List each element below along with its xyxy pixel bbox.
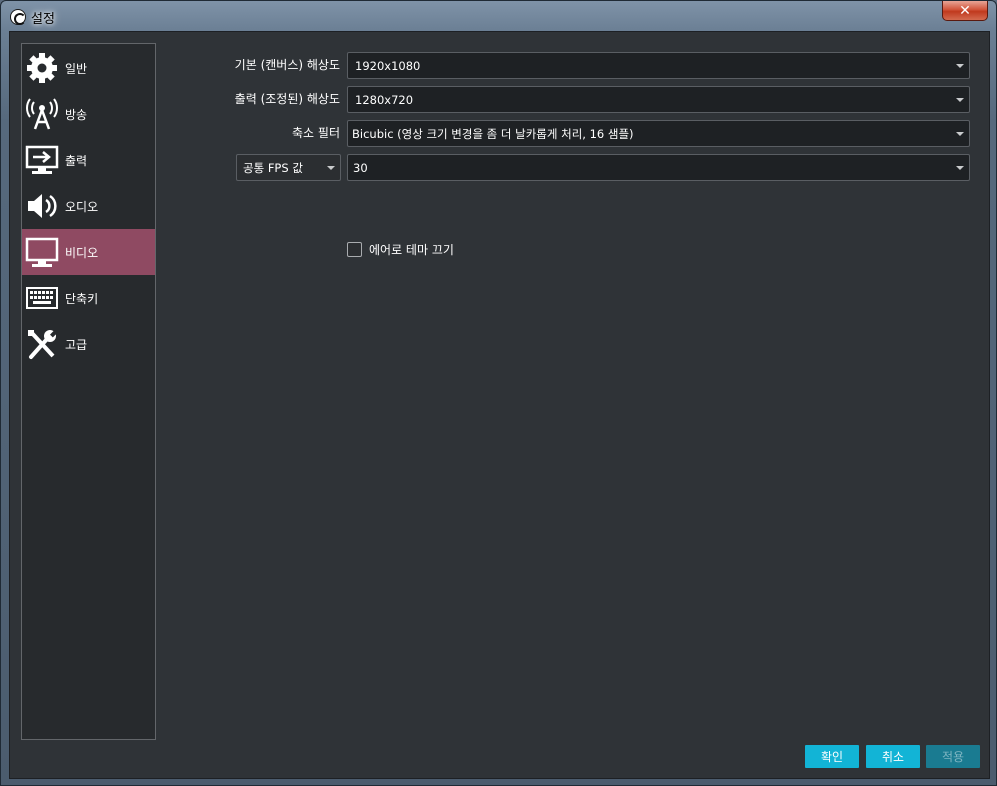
settings-client-area: 일반 방송 출력 오디오 비디오 단축키 고급 기본 (캔버스) 해상도 192… xyxy=(9,31,990,779)
base-resolution-value: 1920x1080 xyxy=(355,58,421,73)
chevron-down-icon xyxy=(956,131,964,136)
sidebar-item-label: 고급 xyxy=(65,337,88,352)
sidebar-item-general[interactable]: 일반 xyxy=(22,45,155,91)
base-resolution-label: 기본 (캔버스) 해상도 xyxy=(234,58,340,72)
tools-icon xyxy=(24,326,60,362)
keyboard-icon xyxy=(24,280,60,316)
sidebar-item-hotkeys[interactable]: 단축키 xyxy=(22,275,155,321)
disable-aero-checkbox[interactable] xyxy=(347,242,362,257)
chevron-down-icon xyxy=(956,97,964,102)
fps-type-value: 공통 FPS 값 xyxy=(243,160,303,175)
speaker-icon xyxy=(24,188,60,224)
cancel-button[interactable]: 취소 xyxy=(866,745,920,768)
ok-button[interactable]: 확인 xyxy=(805,745,859,768)
sidebar-item-label: 오디오 xyxy=(65,199,99,214)
sidebar-item-audio[interactable]: 오디오 xyxy=(22,183,155,229)
settings-window: 설정 ✕ 일반 방송 출력 오디오 비디오 단축키 고급 기본 (캔버스) 해상… xyxy=(0,0,997,786)
output-resolution-value: 1280x720 xyxy=(355,92,414,107)
sidebar-item-label: 출력 xyxy=(65,153,88,168)
disable-aero-label[interactable]: 에어로 테마 끄기 xyxy=(369,241,454,258)
sidebar-item-label: 비디오 xyxy=(65,245,99,260)
downscale-filter-value: Bicubic (영상 크기 변경을 좀 더 날카롭게 처리, 16 샘플) xyxy=(352,126,634,141)
chevron-down-icon xyxy=(956,63,964,68)
window-title: 설정 xyxy=(31,12,55,27)
downscale-filter-combo[interactable]: Bicubic (영상 크기 변경을 좀 더 날카롭게 처리, 16 샘플) xyxy=(347,120,970,147)
title-bar[interactable]: 설정 xyxy=(1,1,997,31)
sidebar-item-label: 방송 xyxy=(65,107,88,122)
output-resolution-combo[interactable]: 1280x720 xyxy=(347,86,970,113)
downscale-filter-label: 축소 필터 xyxy=(292,126,340,140)
sidebar-item-video[interactable]: 비디오 xyxy=(22,229,155,275)
apply-button[interactable]: 적용 xyxy=(926,745,980,768)
fps-value-combo[interactable]: 30 xyxy=(347,154,970,181)
sidebar-item-output[interactable]: 출력 xyxy=(22,137,155,183)
broadcast-antenna-icon xyxy=(24,96,60,132)
fps-value: 30 xyxy=(353,160,368,175)
settings-sidebar: 일반 방송 출력 오디오 비디오 단축키 고급 xyxy=(21,43,156,740)
output-resolution-label: 출력 (조정된) 해상도 xyxy=(234,92,340,106)
sidebar-item-label: 단축키 xyxy=(65,291,99,306)
window-close-button[interactable]: ✕ xyxy=(942,1,988,21)
sidebar-item-label: 일반 xyxy=(65,61,88,76)
obs-app-icon xyxy=(10,9,26,25)
gear-icon xyxy=(24,50,60,86)
chevron-down-icon xyxy=(956,165,964,170)
sidebar-item-advanced[interactable]: 고급 xyxy=(22,321,155,367)
sidebar-item-stream[interactable]: 방송 xyxy=(22,91,155,137)
fps-type-combo[interactable]: 공통 FPS 값 xyxy=(236,154,341,181)
monitor-icon xyxy=(24,234,60,270)
chevron-down-icon xyxy=(327,165,335,170)
disable-aero-row[interactable]: 에어로 테마 끄기 xyxy=(347,241,454,258)
base-resolution-combo[interactable]: 1920x1080 xyxy=(347,52,970,79)
output-monitor-icon xyxy=(24,142,60,178)
